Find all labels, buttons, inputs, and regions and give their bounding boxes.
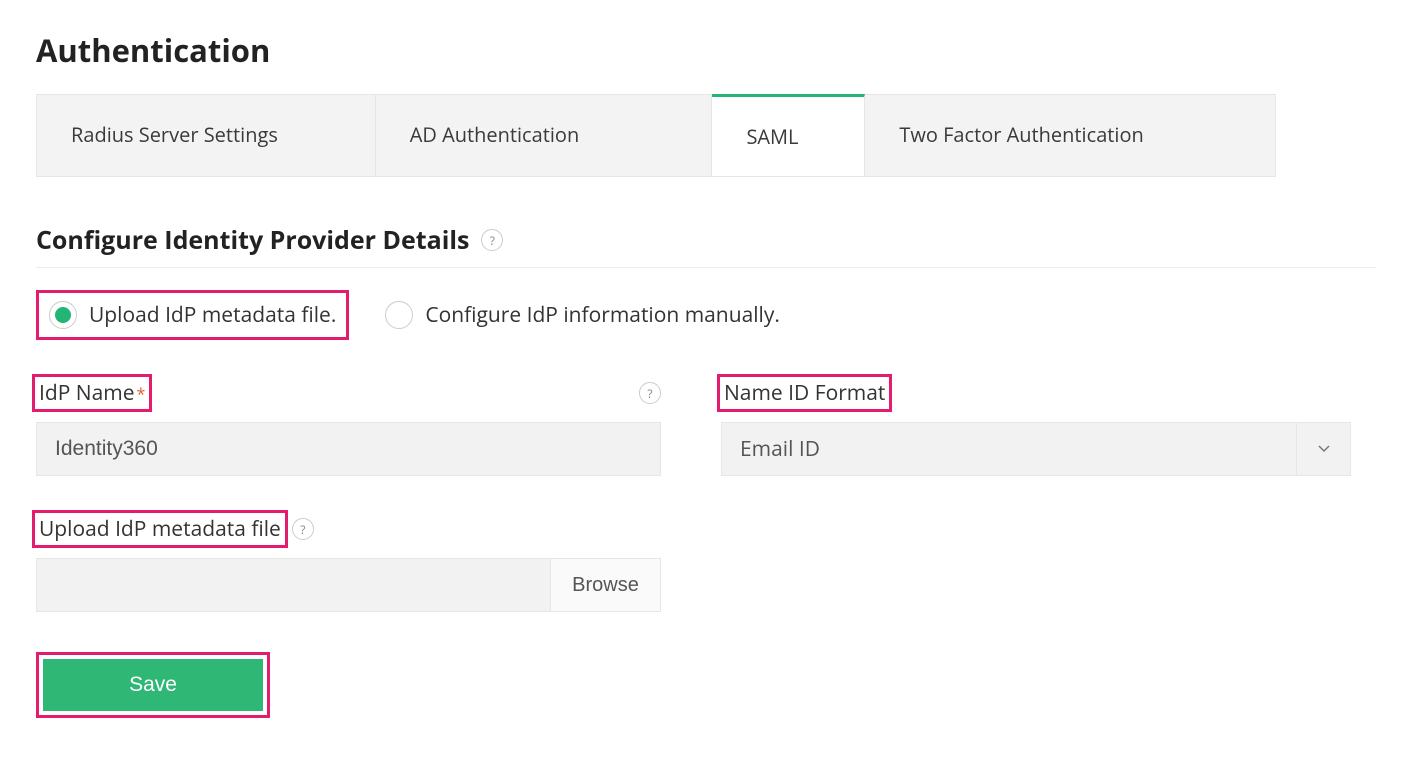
radio-upload-label: Upload IdP metadata file. — [89, 301, 336, 329]
idp-name-input[interactable] — [36, 422, 661, 476]
radio-icon-unchecked — [385, 301, 413, 329]
name-id-format-label: Name ID Format — [717, 374, 892, 412]
idp-name-field: IdP Name* ? — [36, 376, 661, 476]
upload-file-path[interactable] — [37, 559, 550, 611]
radio-upload-metadata[interactable]: Upload IdP metadata file. — [49, 301, 336, 329]
page-title: Authentication — [36, 30, 1376, 72]
tab-two-factor-authentication[interactable]: Two Factor Authentication — [865, 94, 1276, 176]
tabs: Radius Server Settings AD Authentication… — [36, 94, 1276, 177]
radio-configure-manually[interactable]: Configure IdP information manually. — [385, 290, 780, 340]
save-button[interactable]: Save — [43, 659, 263, 711]
tab-ad-authentication[interactable]: AD Authentication — [376, 94, 713, 176]
name-id-format-select[interactable]: Email ID — [721, 422, 1351, 476]
chevron-down-icon — [1296, 423, 1350, 475]
help-icon[interactable]: ? — [481, 229, 503, 251]
required-star: * — [137, 383, 146, 405]
section-header: Configure Identity Provider Details ? — [36, 223, 1376, 268]
help-icon[interactable]: ? — [292, 518, 314, 540]
idp-mode-radio-group: Upload IdP metadata file. Configure IdP … — [36, 290, 1376, 340]
radio-manual-label: Configure IdP information manually. — [425, 301, 780, 329]
idp-name-label: IdP Name* — [32, 374, 152, 412]
upload-metadata-field: Upload IdP metadata file ? Browse — [36, 512, 1376, 612]
name-id-format-field: Name ID Format Email ID — [721, 376, 1351, 476]
tab-saml[interactable]: SAML — [712, 94, 865, 176]
tab-radius-server-settings[interactable]: Radius Server Settings — [36, 94, 376, 176]
form-grid: IdP Name* ? Name ID Format Email ID — [36, 376, 1376, 476]
help-icon[interactable]: ? — [639, 382, 661, 404]
radio-icon-checked — [49, 301, 77, 329]
upload-metadata-label: Upload IdP metadata file — [32, 510, 288, 548]
browse-button[interactable]: Browse — [550, 559, 660, 611]
section-heading: Configure Identity Provider Details — [36, 223, 469, 257]
saml-section: Configure Identity Provider Details ? Up… — [36, 223, 1376, 718]
name-id-format-value: Email ID — [722, 435, 1296, 463]
upload-file-input-wrap: Browse — [36, 558, 661, 612]
